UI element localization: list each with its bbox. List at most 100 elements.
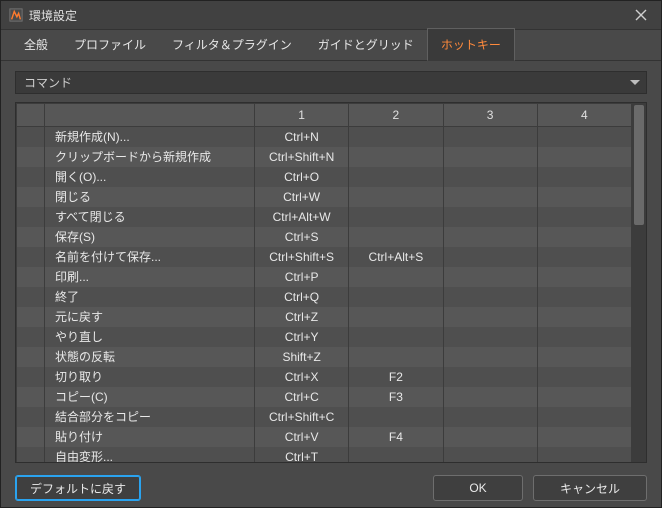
hotkey-cell[interactable] xyxy=(443,207,537,227)
table-row[interactable]: 閉じるCtrl+W xyxy=(17,187,632,207)
hotkey-cell[interactable] xyxy=(537,367,631,387)
table-row[interactable]: 切り取りCtrl+XF2 xyxy=(17,367,632,387)
hotkey-cell[interactable] xyxy=(537,407,631,427)
close-button[interactable] xyxy=(629,3,653,27)
hotkey-cell[interactable] xyxy=(537,327,631,347)
hotkey-cell[interactable]: Ctrl+Alt+W xyxy=(255,207,349,227)
hotkey-cell[interactable]: Ctrl+T xyxy=(255,447,349,463)
ok-button[interactable]: OK xyxy=(433,475,523,501)
hotkey-cell[interactable] xyxy=(349,147,443,167)
tab-profile[interactable]: プロファイル xyxy=(61,29,159,60)
table-row[interactable]: 結合部分をコピーCtrl+Shift+C xyxy=(17,407,632,427)
hotkey-cell[interactable] xyxy=(349,267,443,287)
hotkey-cell[interactable]: Ctrl+Z xyxy=(255,307,349,327)
hotkey-cell[interactable] xyxy=(537,387,631,407)
hotkey-cell[interactable]: Ctrl+O xyxy=(255,167,349,187)
hotkey-cell[interactable] xyxy=(443,387,537,407)
hotkey-cell[interactable] xyxy=(349,227,443,247)
hotkey-cell[interactable] xyxy=(537,247,631,267)
hotkey-cell[interactable] xyxy=(349,187,443,207)
hotkey-cell[interactable] xyxy=(349,287,443,307)
hotkey-cell[interactable] xyxy=(537,167,631,187)
hotkey-cell[interactable]: F4 xyxy=(349,427,443,447)
hotkey-cell[interactable]: Ctrl+P xyxy=(255,267,349,287)
table-row[interactable]: 状態の反転Shift+Z xyxy=(17,347,632,367)
hotkey-cell[interactable] xyxy=(443,407,537,427)
table-row[interactable]: 開く(O)...Ctrl+O xyxy=(17,167,632,187)
hotkey-cell[interactable] xyxy=(349,347,443,367)
scrollbar-thumb[interactable] xyxy=(634,105,644,225)
col-key-2[interactable]: 2 xyxy=(349,103,443,126)
hotkey-cell[interactable] xyxy=(443,307,537,327)
hotkey-cell[interactable]: Ctrl+Shift+S xyxy=(255,247,349,267)
hotkey-cell[interactable] xyxy=(537,126,631,147)
hotkey-cell[interactable] xyxy=(443,227,537,247)
hotkey-cell[interactable]: Ctrl+V xyxy=(255,427,349,447)
hotkey-cell[interactable] xyxy=(537,447,631,463)
table-row[interactable]: クリップボードから新規作成Ctrl+Shift+N xyxy=(17,147,632,167)
table-row[interactable]: 終了Ctrl+Q xyxy=(17,287,632,307)
hotkey-cell[interactable]: F3 xyxy=(349,387,443,407)
hotkey-cell[interactable] xyxy=(537,147,631,167)
hotkey-cell[interactable] xyxy=(537,287,631,307)
hotkey-cell[interactable] xyxy=(537,227,631,247)
table-row[interactable]: 保存(S)Ctrl+S xyxy=(17,227,632,247)
hotkey-cell[interactable]: Ctrl+S xyxy=(255,227,349,247)
hotkey-cell[interactable] xyxy=(537,267,631,287)
hotkey-cell[interactable] xyxy=(349,307,443,327)
table-row[interactable]: 元に戻すCtrl+Z xyxy=(17,307,632,327)
tab-filters[interactable]: フィルタ＆プラグイン xyxy=(159,29,305,60)
table-row[interactable]: 新規作成(N)...Ctrl+N xyxy=(17,126,632,147)
table-row[interactable]: コピー(C)Ctrl+CF3 xyxy=(17,387,632,407)
hotkey-cell[interactable] xyxy=(349,207,443,227)
hotkey-cell[interactable] xyxy=(349,126,443,147)
col-key-1[interactable]: 1 xyxy=(255,103,349,126)
hotkey-cell[interactable] xyxy=(443,287,537,307)
table-row[interactable]: 自由変形...Ctrl+T xyxy=(17,447,632,463)
reset-defaults-button[interactable]: デフォルトに戻す xyxy=(15,475,141,501)
vertical-scrollbar[interactable] xyxy=(632,103,646,463)
col-key-3[interactable]: 3 xyxy=(443,103,537,126)
hotkey-cell[interactable]: Ctrl+Shift+N xyxy=(255,147,349,167)
hotkey-cell[interactable] xyxy=(349,407,443,427)
hotkey-cell[interactable] xyxy=(443,427,537,447)
tab-general[interactable]: 全般 xyxy=(11,29,61,60)
hotkey-cell[interactable]: Ctrl+Shift+C xyxy=(255,407,349,427)
hotkey-cell[interactable] xyxy=(537,207,631,227)
hotkey-cell[interactable] xyxy=(443,126,537,147)
hotkey-cell[interactable] xyxy=(443,267,537,287)
hotkey-cell[interactable] xyxy=(443,327,537,347)
hotkey-cell[interactable]: Ctrl+C xyxy=(255,387,349,407)
col-expand[interactable] xyxy=(17,103,45,126)
table-row[interactable]: すべて閉じるCtrl+Alt+W xyxy=(17,207,632,227)
hotkey-cell[interactable] xyxy=(537,187,631,207)
hotkey-cell[interactable] xyxy=(349,447,443,463)
col-key-4[interactable]: 4 xyxy=(537,103,631,126)
hotkey-cell[interactable] xyxy=(349,167,443,187)
hotkey-cell[interactable]: Ctrl+N xyxy=(255,126,349,147)
table-row[interactable]: やり直しCtrl+Y xyxy=(17,327,632,347)
col-command[interactable] xyxy=(45,103,255,126)
hotkey-cell[interactable]: Ctrl+X xyxy=(255,367,349,387)
hotkey-cell[interactable] xyxy=(537,427,631,447)
hotkey-cell[interactable]: Ctrl+Alt+S xyxy=(349,247,443,267)
hotkey-cell[interactable] xyxy=(443,247,537,267)
hotkey-cell[interactable] xyxy=(537,307,631,327)
hotkey-cell[interactable] xyxy=(349,327,443,347)
hotkey-cell[interactable]: Ctrl+Y xyxy=(255,327,349,347)
hotkey-cell[interactable]: Ctrl+W xyxy=(255,187,349,207)
hotkey-cell[interactable] xyxy=(537,347,631,367)
hotkey-cell[interactable] xyxy=(443,447,537,463)
hotkey-cell[interactable]: Shift+Z xyxy=(255,347,349,367)
table-row[interactable]: 印刷...Ctrl+P xyxy=(17,267,632,287)
tab-guides[interactable]: ガイドとグリッド xyxy=(305,29,427,60)
hotkey-cell[interactable]: Ctrl+Q xyxy=(255,287,349,307)
hotkey-cell[interactable] xyxy=(443,347,537,367)
tab-hotkeys[interactable]: ホットキー xyxy=(427,28,515,61)
hotkey-cell[interactable] xyxy=(443,367,537,387)
hotkey-cell[interactable] xyxy=(443,187,537,207)
hotkey-cell[interactable] xyxy=(443,147,537,167)
table-row[interactable]: 名前を付けて保存...Ctrl+Shift+SCtrl+Alt+S xyxy=(17,247,632,267)
hotkey-cell[interactable]: F2 xyxy=(349,367,443,387)
hotkey-cell[interactable] xyxy=(443,167,537,187)
